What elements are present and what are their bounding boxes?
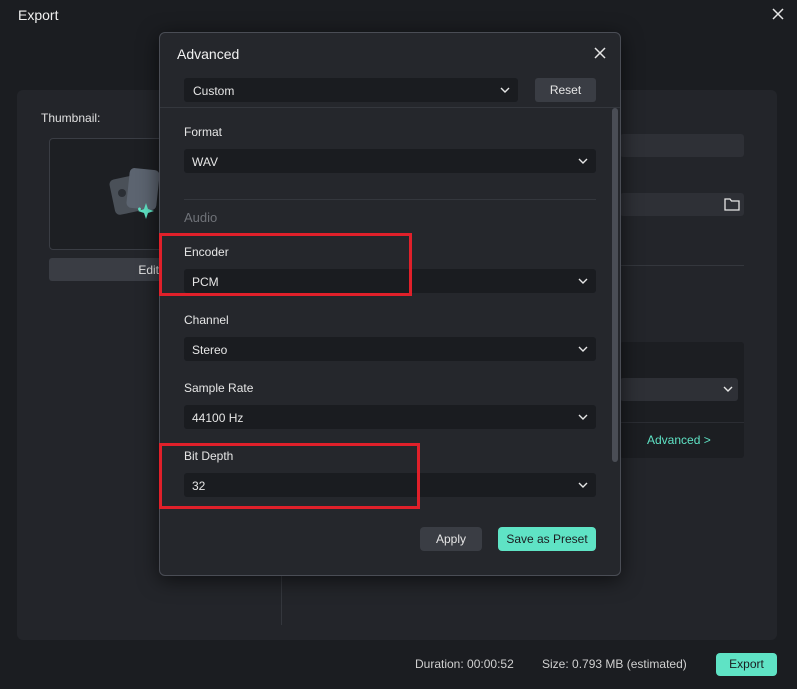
format-select[interactable]: WAV bbox=[184, 149, 596, 173]
sample-rate-select[interactable]: 44100 Hz bbox=[184, 405, 596, 429]
size-readout: Size: 0.793 MB (estimated) bbox=[542, 657, 687, 671]
close-icon[interactable] bbox=[593, 46, 607, 60]
filename-field[interactable] bbox=[620, 134, 744, 157]
chevron-down-icon bbox=[578, 158, 588, 164]
format-label: Format bbox=[184, 125, 223, 139]
duration-value: 00:00:52 bbox=[467, 657, 514, 671]
sample-rate-value: 44100 Hz bbox=[192, 411, 244, 425]
channel-value: Stereo bbox=[192, 343, 228, 357]
bit-depth-highlight-box bbox=[159, 443, 420, 509]
folder-icon[interactable] bbox=[724, 197, 740, 211]
format-value: WAV bbox=[192, 155, 218, 169]
thumbnail-placeholder-icon bbox=[109, 168, 160, 219]
size-value: 0.793 MB (estimated) bbox=[572, 657, 687, 671]
chevron-down-icon bbox=[578, 346, 588, 352]
audio-section-heading: Audio bbox=[184, 210, 218, 225]
header-divider bbox=[160, 107, 620, 108]
settings-divider bbox=[620, 265, 744, 266]
scrollbar[interactable] bbox=[612, 108, 618, 462]
thumbnail-preview bbox=[49, 138, 163, 250]
dialog-title: Advanced bbox=[177, 46, 240, 62]
export-button[interactable]: Export bbox=[716, 653, 777, 676]
chevron-down-icon bbox=[578, 482, 588, 488]
channel-label: Channel bbox=[184, 313, 229, 327]
reset-button[interactable]: Reset bbox=[535, 78, 596, 102]
advanced-link[interactable]: Advanced > bbox=[647, 433, 711, 447]
quality-select[interactable] bbox=[620, 378, 738, 401]
preset-select[interactable]: Custom bbox=[184, 78, 518, 102]
edit-thumbnail-button[interactable]: Edit bbox=[49, 258, 163, 281]
window-title: Export bbox=[18, 7, 59, 23]
chevron-down-icon bbox=[500, 87, 510, 93]
duration-label: Duration: bbox=[415, 657, 464, 671]
card-divider bbox=[620, 422, 744, 423]
size-label: Size: bbox=[542, 657, 569, 671]
channel-select[interactable]: Stereo bbox=[184, 337, 596, 361]
close-icon[interactable] bbox=[770, 6, 786, 22]
thumbnail-label: Thumbnail: bbox=[41, 111, 101, 125]
chevron-down-icon bbox=[723, 386, 733, 392]
sample-rate-label: Sample Rate bbox=[184, 381, 254, 395]
duration-readout: Duration: 00:00:52 bbox=[415, 657, 514, 671]
section-divider bbox=[184, 199, 596, 200]
encoder-highlight-box bbox=[159, 233, 412, 296]
preset-value: Custom bbox=[193, 84, 235, 98]
apply-button[interactable]: Apply bbox=[420, 527, 482, 551]
chevron-down-icon bbox=[578, 278, 588, 284]
save-as-preset-button[interactable]: Save as Preset bbox=[498, 527, 596, 551]
chevron-down-icon bbox=[578, 414, 588, 420]
